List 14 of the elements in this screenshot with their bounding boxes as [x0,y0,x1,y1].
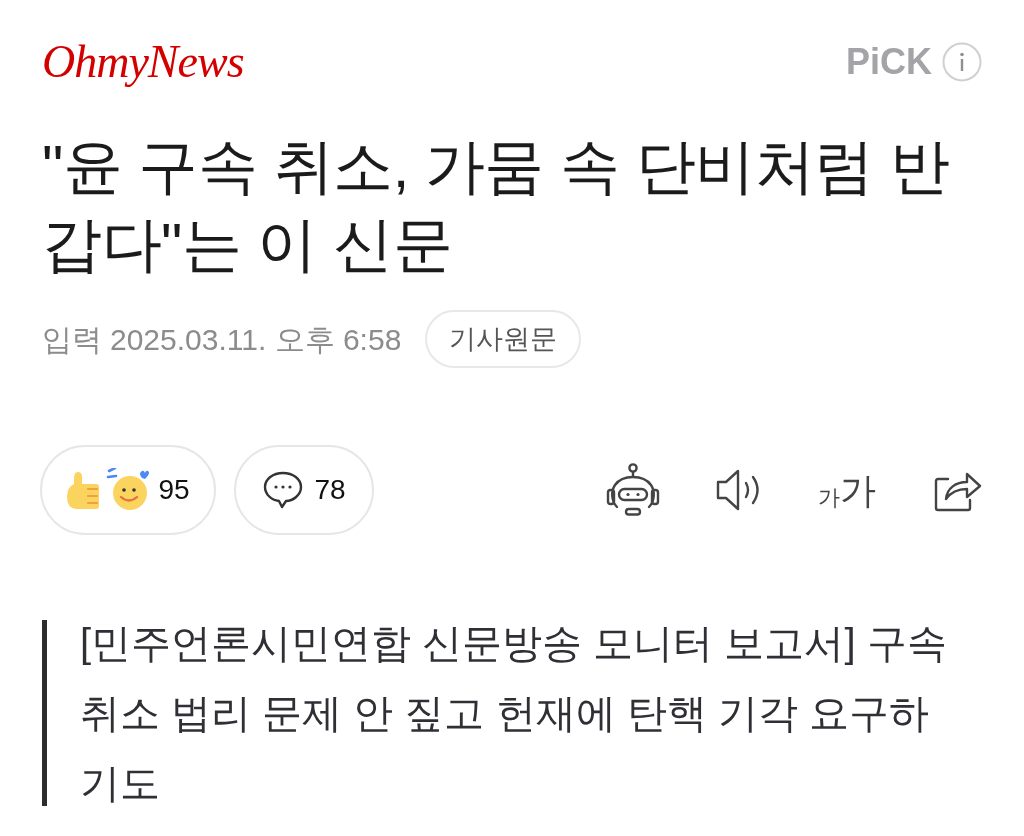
robot-icon[interactable] [605,463,661,517]
smiley-heart-icon [106,468,151,512]
comments-button[interactable]: 78 [234,445,374,535]
article-summary: [민주언론시민연합 신문방송 모니터 보고서] 구속 취소 법리 문제 안 짚고 헌재에 탄핵 기각 요구하기도 [80,620,948,807]
date-label: 입력 [42,321,102,358]
published-datetime: 2025.03.11. 오후 6:58 [110,321,402,358]
speech-bubble-icon [262,470,305,510]
reaction-button[interactable]: 95 [40,445,216,535]
original-article-button[interactable]: 기사원문 [425,310,582,368]
font-size-button[interactable]: 가가 [818,469,876,511]
headline: "윤 구속 취소, 가뭄 속 단비처럼 반갑다"는 이 신문 [42,132,951,280]
pick-label: PiCK [846,42,932,82]
ohmynews-logo[interactable]: OhmyNews [42,36,244,88]
thumbs-up-icon [66,470,101,510]
